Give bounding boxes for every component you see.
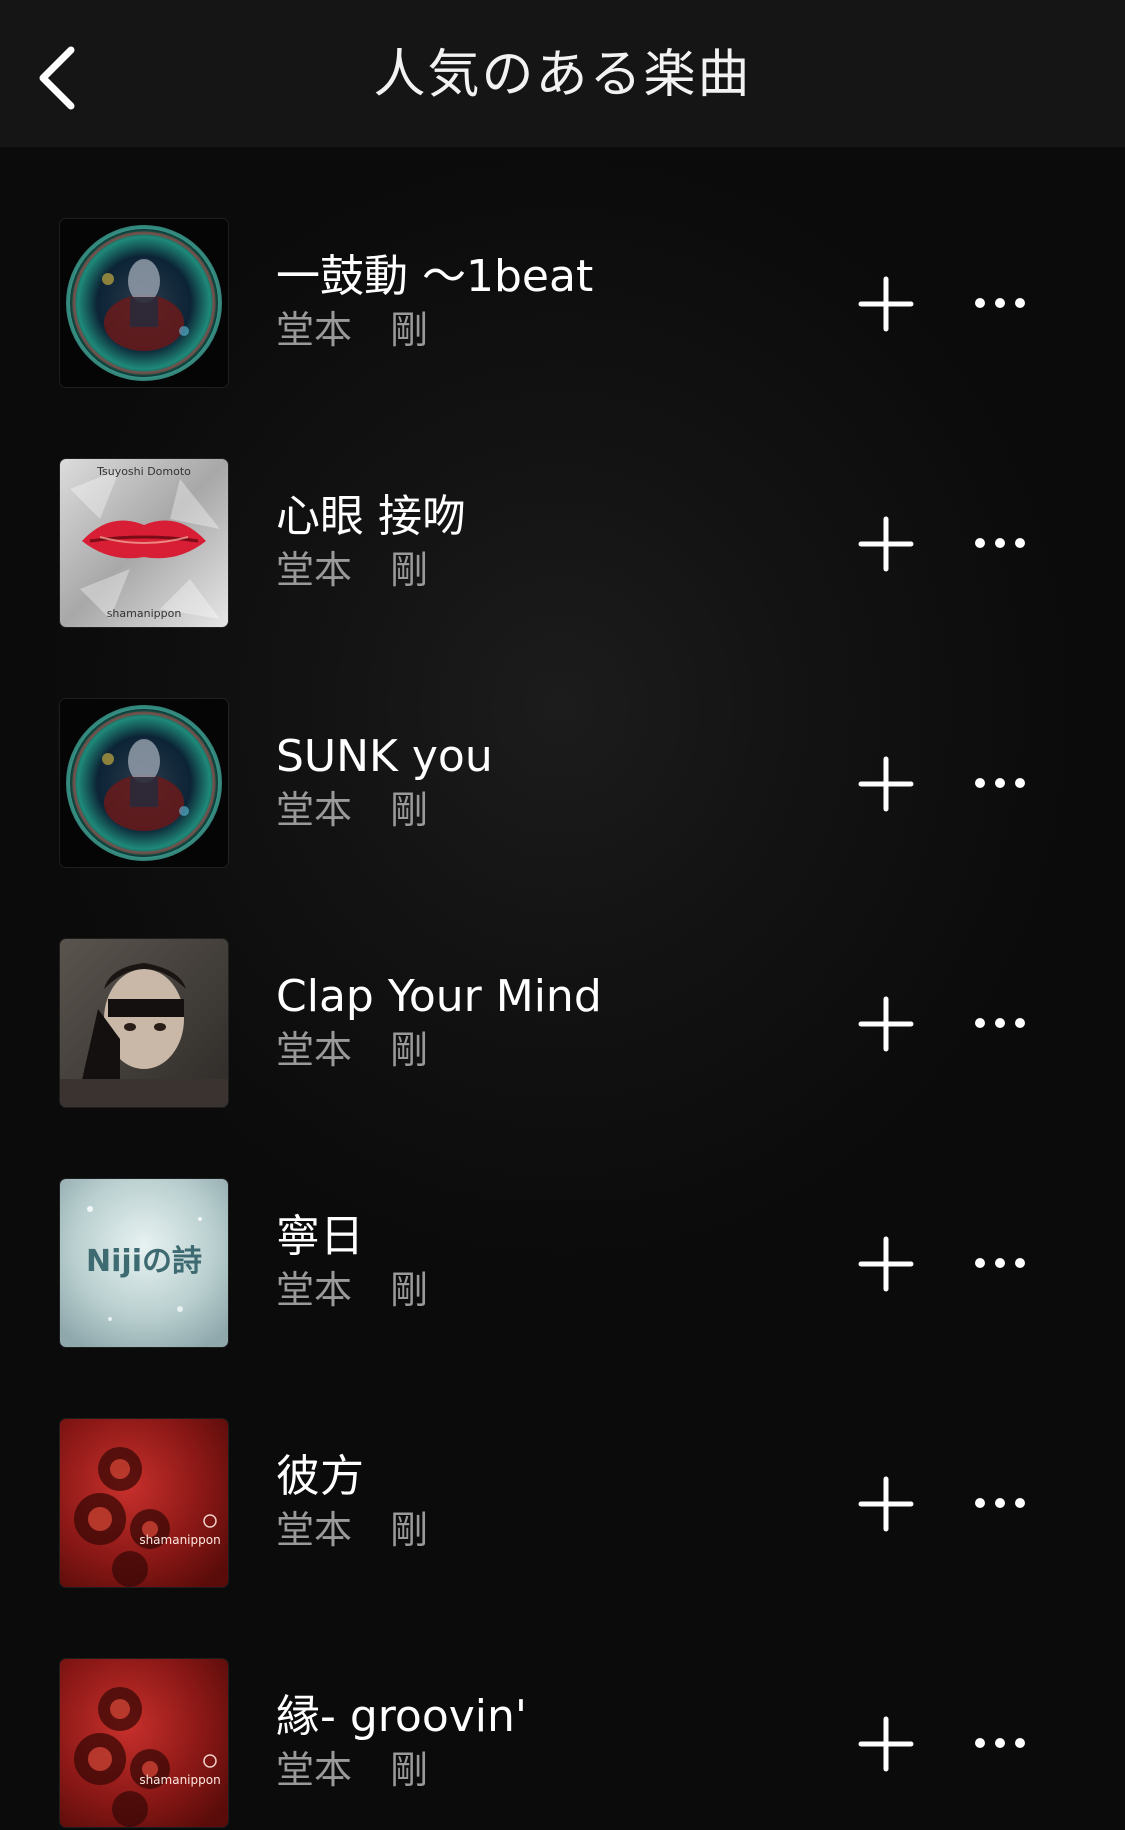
more-horizontal-icon xyxy=(975,538,1025,548)
add-to-playlist-button[interactable] xyxy=(855,993,917,1055)
album-art xyxy=(60,939,228,1107)
track-info: 彼方 堂本 剛 xyxy=(276,1451,796,1555)
track-row[interactable]: Tsuyoshi Domoto shamanippon 心眼 接吻堂本 剛 xyxy=(0,459,1125,699)
album-art: Nijiの詩 xyxy=(60,1179,228,1347)
track-artist: 堂本 剛 xyxy=(276,308,429,352)
more-dot xyxy=(1015,298,1025,308)
more-horizontal-icon xyxy=(975,1498,1025,1508)
more-dot xyxy=(975,1018,985,1028)
add-to-playlist-button[interactable] xyxy=(855,753,917,815)
app-header: 人気のある楽曲 xyxy=(0,0,1125,147)
add-to-playlist-button[interactable] xyxy=(855,1473,917,1535)
more-options-button[interactable] xyxy=(975,525,1035,561)
track-info: SUNK you 堂本 剛 xyxy=(276,731,796,835)
add-to-playlist-button[interactable] xyxy=(855,513,917,575)
more-dot xyxy=(975,1498,985,1508)
track-title: 彼方 xyxy=(276,1451,364,1502)
album-art-caption-top: Tsuyoshi Domoto xyxy=(96,465,191,478)
more-dot xyxy=(1015,1738,1025,1748)
chevron-left-icon xyxy=(39,46,75,110)
track-info: 心眼 接吻 堂本 剛 xyxy=(276,491,796,595)
track-artist: 堂本 剛 xyxy=(276,1508,429,1552)
track-row[interactable]: shamanippon 彼方堂本 剛 xyxy=(0,1419,1125,1659)
more-dot xyxy=(995,1738,1005,1748)
track-list: 一鼓動 〜1beat 堂本 剛 Tsuyoshi Domoto shamanippo… xyxy=(0,219,1125,1830)
track-row[interactable]: 一鼓動 〜1beat 堂本 剛 xyxy=(0,219,1125,459)
track-row[interactable]: shamanippon 縁- groovin' 堂本 剛 xyxy=(0,1659,1125,1830)
track-artist: 堂本 剛 xyxy=(276,1028,429,1072)
track-row[interactable]: Nijiの詩 寧日堂本 剛 xyxy=(0,1179,1125,1419)
album-art: Tsuyoshi Domoto shamanippon xyxy=(60,459,228,627)
album-art xyxy=(60,219,228,387)
more-options-button[interactable] xyxy=(975,1245,1035,1281)
more-dot xyxy=(975,1258,985,1268)
track-info: Clap Your Mind 堂本 剛 xyxy=(276,971,796,1075)
track-row[interactable]: Clap Your Mind 堂本 剛 xyxy=(0,939,1125,1179)
more-dot xyxy=(995,538,1005,548)
plus-icon xyxy=(858,1476,914,1532)
track-title: 縁- groovin' xyxy=(276,1691,528,1742)
track-title: 心眼 接吻 xyxy=(276,491,466,542)
more-dot xyxy=(995,1498,1005,1508)
more-horizontal-icon xyxy=(975,1738,1025,1748)
album-art-caption: shamanippon xyxy=(139,1773,220,1787)
back-button[interactable] xyxy=(22,38,92,118)
album-art xyxy=(60,699,228,867)
track-info: 縁- groovin' 堂本 剛 xyxy=(276,1691,796,1795)
album-art: shamanippon xyxy=(60,1659,228,1827)
plus-icon xyxy=(858,996,914,1052)
more-dot xyxy=(995,1258,1005,1268)
track-artist: 堂本 剛 xyxy=(276,1268,429,1312)
more-dot xyxy=(1015,778,1025,788)
track-artist: 堂本 剛 xyxy=(276,548,429,592)
track-info: 一鼓動 〜1beat 堂本 剛 xyxy=(276,251,796,355)
track-info: 寧日 堂本 剛 xyxy=(276,1211,796,1315)
more-options-button[interactable] xyxy=(975,765,1035,801)
more-dot xyxy=(1015,1258,1025,1268)
track-title: 寧日 xyxy=(276,1211,364,1262)
album-art-caption: Nijiの詩 xyxy=(86,1244,202,1279)
more-options-button[interactable] xyxy=(975,1005,1035,1041)
more-dot xyxy=(995,298,1005,308)
album-art: shamanippon xyxy=(60,1419,228,1587)
album-art-caption: shamanippon xyxy=(139,1533,220,1547)
add-to-playlist-button[interactable] xyxy=(855,1713,917,1775)
track-artist: 堂本 剛 xyxy=(276,788,429,832)
more-dot xyxy=(995,1018,1005,1028)
plus-icon xyxy=(858,1716,914,1772)
more-horizontal-icon xyxy=(975,1018,1025,1028)
add-to-playlist-button[interactable] xyxy=(855,273,917,335)
more-dot xyxy=(1015,1018,1025,1028)
more-horizontal-icon xyxy=(975,1258,1025,1268)
track-artist: 堂本 剛 xyxy=(276,1748,429,1792)
more-dot xyxy=(1015,538,1025,548)
plus-icon xyxy=(858,516,914,572)
track-list-container: 一鼓動 〜1beat 堂本 剛 Tsuyoshi Domoto shamanippo… xyxy=(0,147,1125,1830)
more-dot xyxy=(975,298,985,308)
plus-icon xyxy=(858,1236,914,1292)
track-title: SUNK you xyxy=(276,731,493,782)
more-options-button[interactable] xyxy=(975,1725,1035,1761)
plus-icon xyxy=(858,276,914,332)
more-options-button[interactable] xyxy=(975,1485,1035,1521)
more-dot xyxy=(975,538,985,548)
track-title: 一鼓動 〜1beat xyxy=(276,251,594,302)
plus-icon xyxy=(858,756,914,812)
more-dot xyxy=(1015,1498,1025,1508)
track-title: Clap Your Mind xyxy=(276,971,602,1022)
add-to-playlist-button[interactable] xyxy=(855,1233,917,1295)
album-art-caption-bottom: shamanippon xyxy=(107,607,182,620)
more-dot xyxy=(975,778,985,788)
more-horizontal-icon xyxy=(975,298,1025,308)
page-title: 人気のある楽曲 xyxy=(373,45,752,105)
more-options-button[interactable] xyxy=(975,285,1035,321)
more-horizontal-icon xyxy=(975,778,1025,788)
more-dot xyxy=(995,778,1005,788)
track-row[interactable]: SUNK you 堂本 剛 xyxy=(0,699,1125,939)
more-dot xyxy=(975,1738,985,1748)
